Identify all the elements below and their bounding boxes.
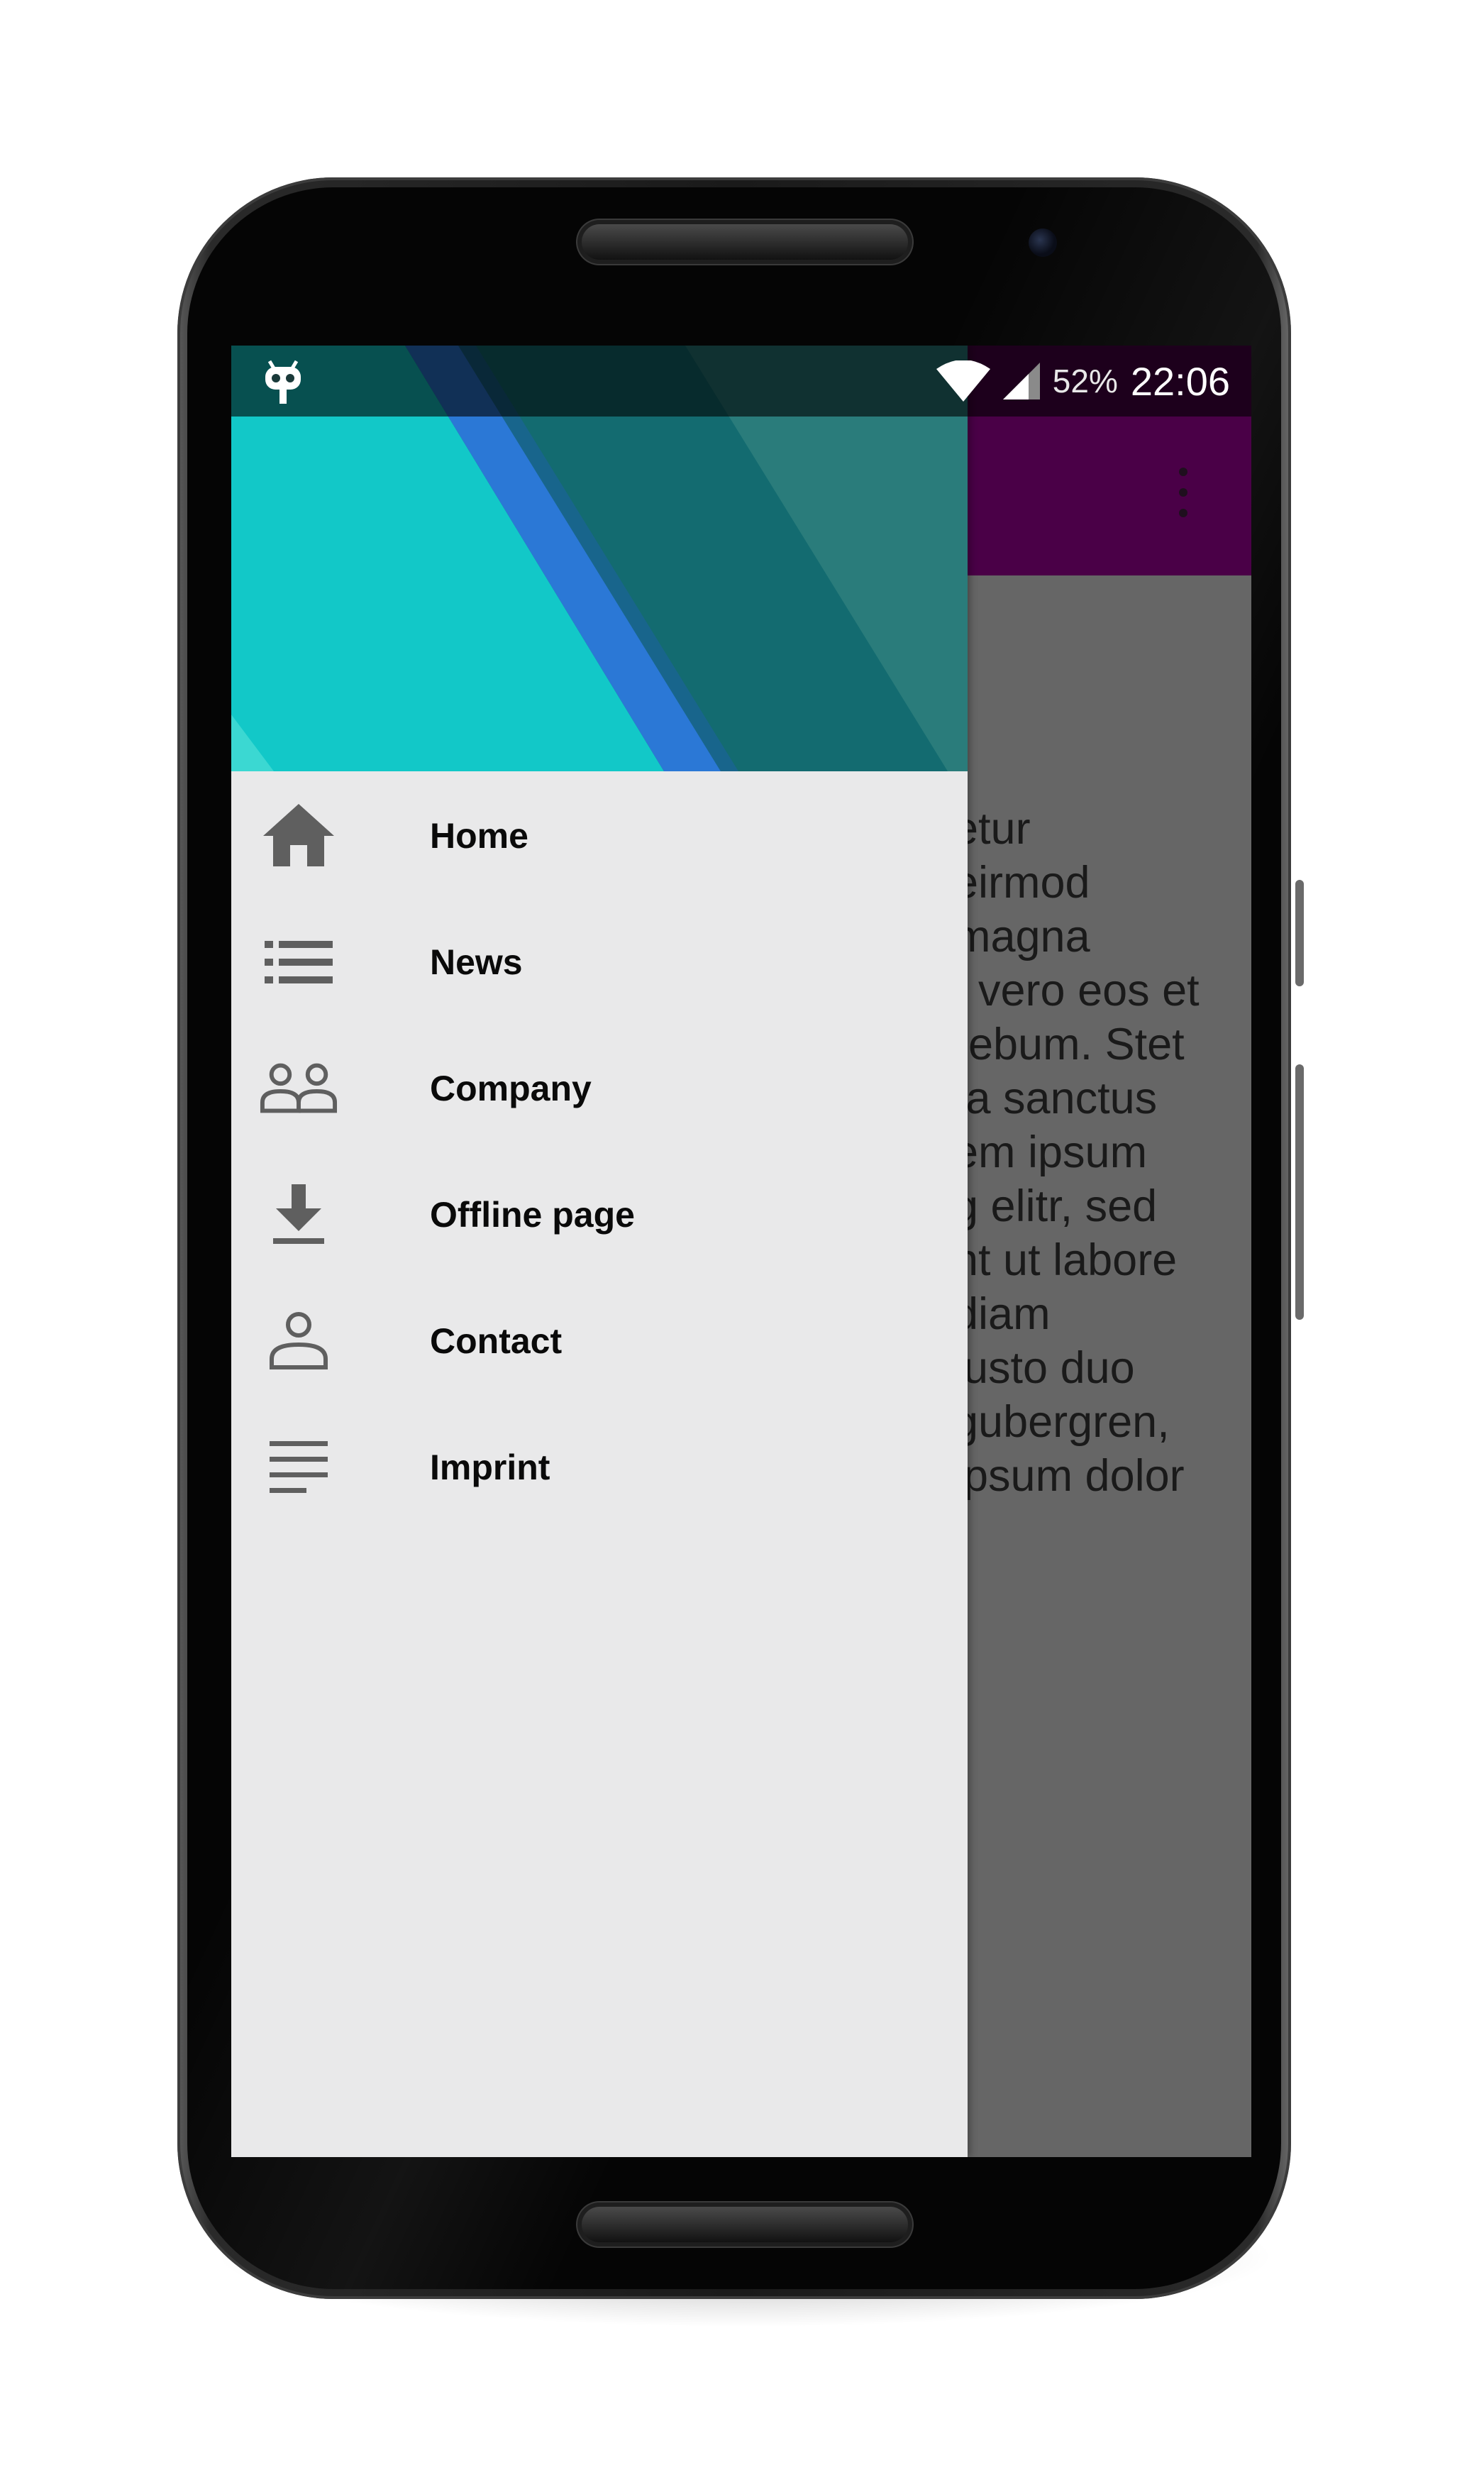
nav-item-company[interactable]: Company	[231, 1025, 968, 1152]
person-icon	[260, 1302, 338, 1380]
battery-percentage: 52%	[1052, 363, 1118, 399]
content-line: gubergren,	[953, 1397, 1170, 1447]
phone-screen: etur eirmod magna t vero eos et rebum. Stet t…	[231, 346, 1251, 2157]
content-line: nt ut labore	[953, 1235, 1178, 1285]
status-bar: 52% 22:06	[231, 346, 1251, 417]
cyanogenmod-bot-icon	[262, 360, 304, 405]
list-icon	[260, 923, 338, 1001]
content-line: ta sanctus	[953, 1074, 1158, 1123]
nav-label-company: Company	[430, 1069, 592, 1108]
content-line: eirmod	[953, 858, 1090, 908]
nav-label-home: Home	[430, 816, 528, 856]
volume-button	[1295, 1064, 1304, 1320]
status-icons: 52% 22:06	[936, 346, 1230, 417]
content-line: em ipsum	[953, 1128, 1148, 1177]
signal-icon	[1002, 363, 1040, 399]
content-line: t vero eos et	[953, 966, 1200, 1015]
content-line: ipsum dolor	[953, 1451, 1185, 1501]
nav-item-news[interactable]: News	[231, 899, 968, 1025]
nav-item-offline-page[interactable]: Offline page	[231, 1152, 968, 1278]
content-line: rebum. Stet	[953, 1020, 1185, 1069]
nav-label-news: News	[430, 942, 523, 982]
nav-label-contact: Contact	[430, 1321, 563, 1361]
content-line: diam	[953, 1289, 1051, 1339]
power-button	[1295, 880, 1304, 986]
text-lines-icon	[260, 1428, 338, 1506]
wifi-icon	[936, 360, 990, 402]
content-line: g elitr, sed	[953, 1181, 1158, 1231]
navigation-drawer: Home News Company Offline page Contact I…	[231, 346, 968, 2157]
clock: 22:06	[1130, 358, 1230, 404]
content-line: magna	[953, 912, 1090, 961]
nav-item-imprint[interactable]: Imprint	[231, 1404, 968, 1531]
nav-item-contact[interactable]: Contact	[231, 1278, 968, 1404]
content-text: etur eirmod magna t vero eos et rebum. Stet t…	[953, 802, 1251, 1503]
nav-label-offline-page: Offline page	[430, 1195, 635, 1235]
bottom-speaker	[582, 2207, 908, 2242]
nav-label-imprint: Imprint	[430, 1448, 550, 1487]
top-speaker	[582, 224, 908, 260]
nav-item-home[interactable]: Home	[231, 773, 968, 899]
content-line: justo duo	[953, 1343, 1135, 1393]
overflow-menu-icon[interactable]	[1176, 468, 1190, 517]
content-line: etur	[953, 804, 1031, 854]
download-icon	[260, 1176, 338, 1254]
front-camera	[1029, 228, 1057, 257]
home-icon	[260, 797, 338, 875]
people-icon	[260, 1049, 338, 1128]
